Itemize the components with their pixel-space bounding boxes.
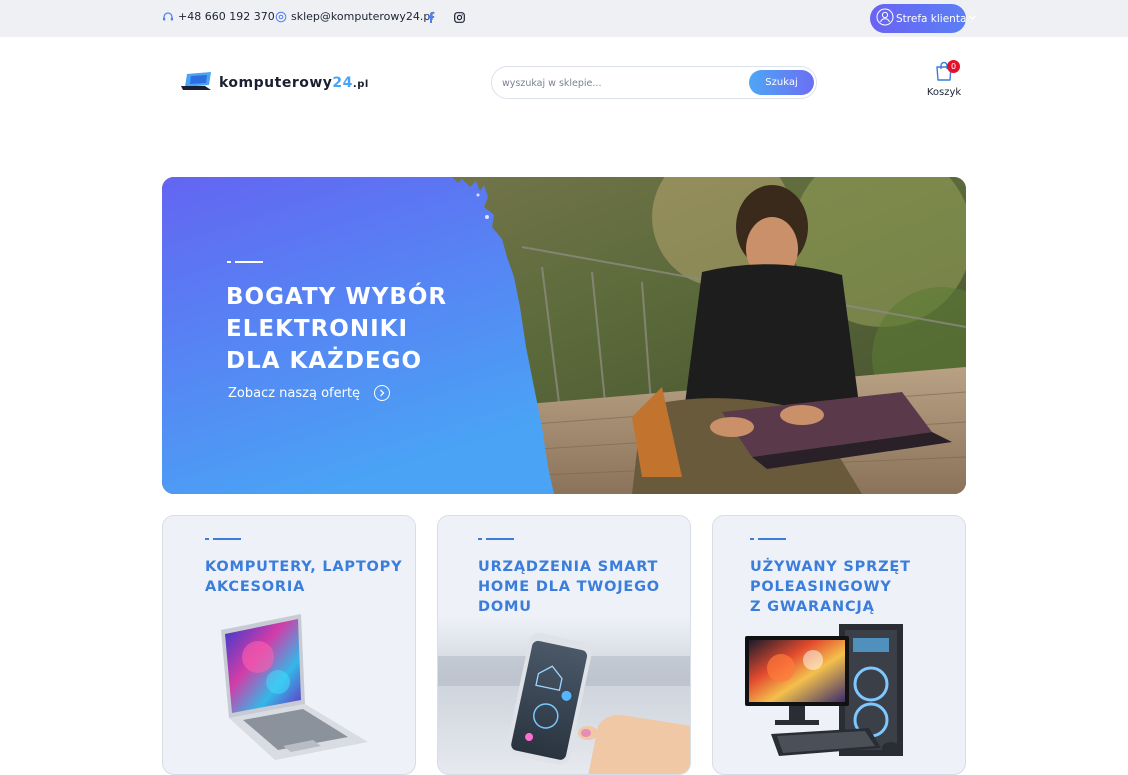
account-label: Strefa klienta — [896, 12, 967, 25]
logo-text: komputerowy24.pl — [219, 75, 369, 91]
hero-cta-label: Zobacz naszą ofertę — [228, 385, 361, 401]
card-accent-dash — [205, 538, 241, 540]
desktop-computer-image — [745, 624, 903, 756]
email-address: sklep@komputerowy24.pl — [291, 10, 434, 23]
hero-title: BOGATY WYBÓR ELEKTRONIKI DLA KAŻDEGO — [226, 281, 526, 377]
account-button[interactable]: Strefa klienta — [870, 4, 977, 33]
search-button[interactable]: Szukaj — [749, 70, 814, 95]
arrow-right-circle-icon — [374, 385, 391, 401]
email-contact[interactable]: sklep@komputerowy24.pl — [275, 10, 433, 23]
category-card-used-equipment[interactable]: UŻYWANY SPRZĘT POLEASINGOWY Z GWARANCJĄ — [712, 515, 966, 775]
category-card-smart-home[interactable]: URZĄDZENIA SMART HOME DLA TWOJEGO DOMU — [437, 515, 691, 775]
search-input[interactable] — [502, 75, 742, 91]
card-title-line: HOME DLA TWOJEGO — [478, 579, 660, 595]
logo-suffix: .pl — [352, 79, 369, 90]
phone-number: +48 660 192 370 — [178, 10, 275, 23]
card-title-line: KOMPUTERY, LAPTOPY — [205, 559, 403, 575]
top-bar: +48 660 192 370 sklep@komputerowy24.pl S… — [0, 0, 1128, 37]
card-title-line: Z GWARANCJĄ — [750, 599, 875, 615]
card-title-line: URZĄDZENIA SMART — [478, 559, 659, 575]
cart-count-badge: 0 — [947, 60, 960, 73]
phone-contact[interactable]: +48 660 192 370 — [162, 10, 275, 23]
instagram-icon — [453, 8, 465, 27]
card-title-line: UŻYWANY SPRZĘT — [750, 559, 911, 575]
card-title-line: AKCESORIA — [205, 579, 306, 595]
card-title: KOMPUTERY, LAPTOPY AKCESORIA — [205, 557, 402, 597]
card-title: URZĄDZENIA SMART HOME DLA TWOJEGO DOMU — [478, 557, 660, 617]
hero-title-line: DLA KAŻDEGO — [226, 348, 423, 374]
chevron-down-icon — [968, 13, 977, 25]
hero-cta-link[interactable]: Zobacz naszą ofertę — [228, 385, 391, 401]
facebook-link[interactable] — [424, 9, 438, 25]
headset-icon — [162, 11, 174, 23]
user-icon — [876, 8, 894, 29]
card-title: UŻYWANY SPRZĘT POLEASINGOWY Z GWARANCJĄ — [750, 557, 911, 617]
search-bar: Szukaj — [491, 66, 817, 99]
cart[interactable]: 0 Koszyk — [924, 60, 964, 98]
laptop-image — [221, 614, 368, 760]
instagram-link[interactable] — [452, 9, 466, 25]
card-accent-dash — [478, 538, 514, 540]
category-card-computers[interactable]: KOMPUTERY, LAPTOPY AKCESORIA — [162, 515, 416, 775]
smart-home-phone-image — [438, 616, 690, 774]
hero-accent-dash — [227, 261, 263, 263]
hero-title-line: ELEKTRONIKI — [226, 316, 409, 342]
cart-label: Koszyk — [926, 87, 962, 98]
site-logo[interactable]: komputerowy24.pl — [181, 72, 369, 94]
facebook-icon — [427, 8, 435, 27]
logo-number: 24 — [332, 75, 353, 91]
card-title-line: POLEASINGOWY — [750, 579, 892, 595]
hero-banner[interactable]: BOGATY WYBÓR ELEKTRONIKI DLA KAŻDEGO Zob… — [162, 177, 966, 494]
hero-title-line: BOGATY WYBÓR — [226, 284, 448, 310]
card-title-line: DOMU — [478, 599, 532, 615]
logo-main: komputerowy — [219, 75, 333, 91]
card-accent-dash — [750, 538, 786, 540]
logo-mark — [181, 72, 213, 94]
at-icon — [275, 11, 287, 23]
